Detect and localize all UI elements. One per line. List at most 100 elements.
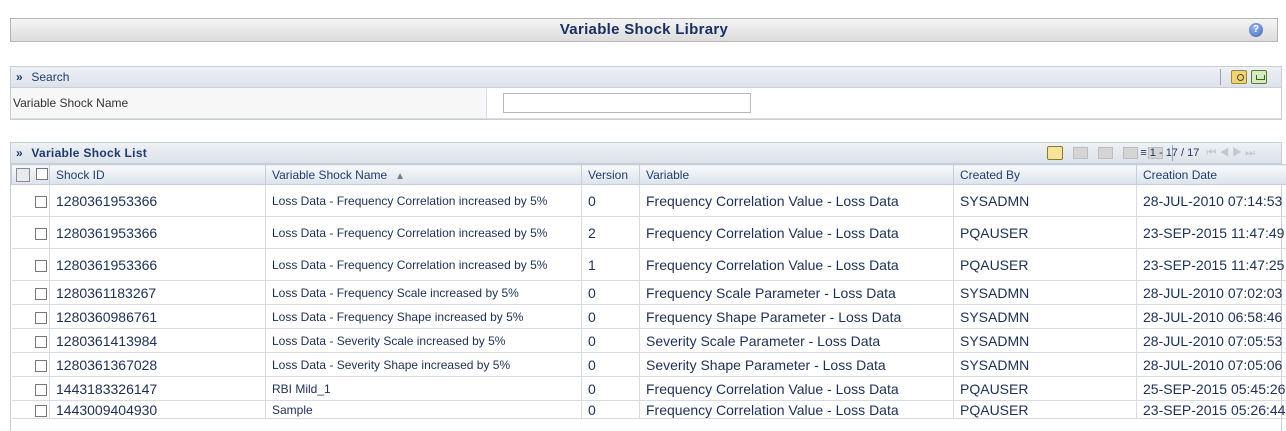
variable-cell: Frequency Correlation Value - Loss Data	[639, 376, 954, 401]
created-by-cell: SYSADMN	[953, 328, 1137, 353]
add-icon[interactable]	[1047, 146, 1063, 160]
creation-date-cell: 28-JUL-2010 07:14:53 PM	[1136, 184, 1286, 217]
version-cell: 2	[581, 216, 640, 249]
col-shock-id[interactable]: Shock ID	[49, 164, 266, 185]
pager-menu-icon[interactable]: ≡	[1140, 147, 1146, 159]
search-header-label: Search	[31, 70, 70, 84]
version-cell: 0	[581, 304, 640, 329]
shock-id-cell: 1280361367028	[49, 352, 266, 377]
shock-id-cell: 1280361183267	[49, 280, 266, 305]
created-by-cell: PQAUSER	[953, 400, 1137, 419]
created-by-cell: SYSADMN	[953, 352, 1137, 377]
creation-date-cell: 23-SEP-2015 11:47:25 AM	[1136, 248, 1286, 281]
reset-icon[interactable]	[1251, 70, 1267, 84]
version-cell: 0	[581, 280, 640, 305]
table-row[interactable]: 1280361953366 Loss Data - Frequency Corr…	[11, 248, 1286, 281]
table-row[interactable]: 1280361413984 Loss Data - Severity Scale…	[11, 328, 1286, 353]
created-by-cell: PQAUSER	[953, 376, 1137, 401]
row-checkbox[interactable]	[35, 227, 47, 240]
shock-name-cell: Loss Data - Severity Shape increased by …	[265, 352, 582, 377]
col-creation-date[interactable]: Creation Date	[1136, 164, 1286, 185]
search-panel-header: » Search	[11, 67, 1281, 88]
row-checkbox[interactable]	[35, 259, 47, 272]
table-row[interactable]: 1280361367028 Loss Data - Severity Shape…	[11, 352, 1286, 377]
col-created-by[interactable]: Created By	[953, 164, 1137, 185]
creation-date-cell: 28-JUL-2010 07:02:03 PM	[1136, 280, 1286, 305]
search-row: Variable Shock Name	[11, 88, 1281, 119]
row-checkbox[interactable]	[35, 383, 47, 396]
shock-id-cell: 1443183326147	[49, 376, 266, 401]
variable-cell: Frequency Correlation Value - Loss Data	[639, 248, 954, 281]
version-cell: 0	[581, 328, 640, 353]
list-panel-header: » Variable Shock List ≡ 1 - 17 / 17 ⏮ ◀ …	[11, 143, 1281, 164]
row-checkbox[interactable]	[35, 359, 47, 372]
select-all-checkbox[interactable]	[36, 168, 48, 180]
table-row[interactable]: 1280360986761 Loss Data - Frequency Shap…	[11, 304, 1286, 329]
created-by-cell: PQAUSER	[953, 216, 1137, 249]
shock-name-cell: Loss Data - Frequency Correlation increa…	[272, 225, 548, 240]
help-icon[interactable]: ?	[1249, 23, 1263, 37]
shock-name-cell: Loss Data - Severity Scale increased by …	[265, 328, 582, 353]
pager-nav-icons: ⏮ ◀ ▶ ⏭	[1206, 147, 1255, 159]
shock-name-cell: Loss Data - Frequency Shape increased by…	[265, 304, 582, 329]
version-cell: 1	[581, 248, 640, 281]
collapse-chevron-icon[interactable]: »	[16, 67, 28, 87]
shock-id-cell: 1280361953366	[49, 248, 266, 281]
row-checkbox[interactable]	[35, 195, 47, 208]
table-row[interactable]: 1280361183267 Loss Data - Frequency Scal…	[11, 280, 1286, 305]
created-by-cell: SYSADMN	[953, 280, 1137, 305]
version-cell: 0	[581, 352, 640, 377]
variable-shock-list-panel: » Variable Shock List ≡ 1 - 17 / 17 ⏮ ◀ …	[10, 142, 1286, 431]
toolbar-separator	[1220, 69, 1221, 85]
variable-cell: Severity Shape Parameter - Loss Data	[639, 352, 954, 377]
col-variable[interactable]: Variable	[639, 164, 954, 185]
creation-date-cell: 28-JUL-2010 06:58:46 PM	[1136, 304, 1286, 329]
created-by-cell: SYSADMN	[953, 304, 1137, 329]
row-checkbox[interactable]	[35, 287, 47, 300]
shock-name-cell: Loss Data - Frequency Correlation increa…	[272, 257, 548, 272]
table-row[interactable]: 1443009404930 Sample 0 Frequency Correla…	[11, 400, 1286, 419]
table-row[interactable]: 1443183326147 RBI Mild_1 0 Frequency Cor…	[11, 376, 1286, 401]
collapse-chevron-icon[interactable]: »	[16, 143, 28, 163]
top-strip	[0, 0, 1286, 8]
search-field-label: Variable Shock Name	[11, 88, 487, 118]
copy-icon	[1123, 147, 1138, 159]
col-version[interactable]: Version	[581, 164, 640, 185]
row-checkbox[interactable]	[35, 404, 47, 417]
creation-date-cell: 23-SEP-2015 11:47:49 AM	[1136, 216, 1286, 249]
row-checkbox[interactable]	[35, 335, 47, 348]
shock-name-cell: Loss Data - Frequency Scale increased by…	[265, 280, 582, 305]
window-titlebar: Variable Shock Library ?	[10, 18, 1278, 42]
sort-asc-icon: ▲	[395, 170, 406, 182]
creation-date-cell: 25-SEP-2015 05:45:26 PM	[1136, 376, 1286, 401]
variable-cell: Frequency Correlation Value - Loss Data	[639, 184, 954, 217]
creation-date-cell: 23-SEP-2015 05:26:44 PM	[1136, 400, 1286, 419]
search-icon[interactable]	[1231, 70, 1247, 84]
page-title: Variable Shock Library	[559, 21, 729, 38]
variable-cell: Frequency Correlation Value - Loss Data	[639, 400, 954, 419]
col-variable-shock-name[interactable]: Variable Shock Name ▲	[265, 164, 582, 185]
table-row[interactable]: 1280361953366 Loss Data - Frequency Corr…	[11, 184, 1286, 217]
search-panel: » Search Variable Shock Name	[10, 66, 1282, 120]
pager-text: 1 - 17 / 17	[1149, 147, 1200, 159]
pager[interactable]: ≡ 1 - 17 / 17 ⏮ ◀ ▶ ⏭	[1140, 143, 1255, 163]
shock-name-cell: Loss Data - Frequency Correlation increa…	[272, 193, 548, 208]
table-row[interactable]: 1280361953366 Loss Data - Frequency Corr…	[11, 216, 1286, 249]
hierarchy-icon[interactable]	[16, 168, 30, 182]
variable-cell: Frequency Correlation Value - Loss Data	[639, 216, 954, 249]
created-by-cell: SYSADMN	[953, 184, 1137, 217]
variable-cell: Frequency Shape Parameter - Loss Data	[639, 304, 954, 329]
row-checkbox[interactable]	[35, 311, 47, 324]
creation-date-cell: 28-JUL-2010 07:05:06 PM	[1136, 352, 1286, 377]
variable-cell: Frequency Scale Parameter - Loss Data	[639, 280, 954, 305]
list-header-label: Variable Shock List	[31, 146, 148, 160]
version-cell: 0	[581, 400, 640, 419]
variable-cell: Severity Scale Parameter - Loss Data	[639, 328, 954, 353]
shock-id-cell: 1280360986761	[49, 304, 266, 329]
version-cell: 0	[581, 184, 640, 217]
shock-name-cell: Sample	[265, 400, 582, 419]
view-icon	[1073, 147, 1088, 159]
variable-shock-name-input[interactable]	[503, 93, 751, 113]
shock-name-cell: RBI Mild_1	[265, 376, 582, 401]
creation-date-cell: 28-JUL-2010 07:05:53 PM	[1136, 328, 1286, 353]
